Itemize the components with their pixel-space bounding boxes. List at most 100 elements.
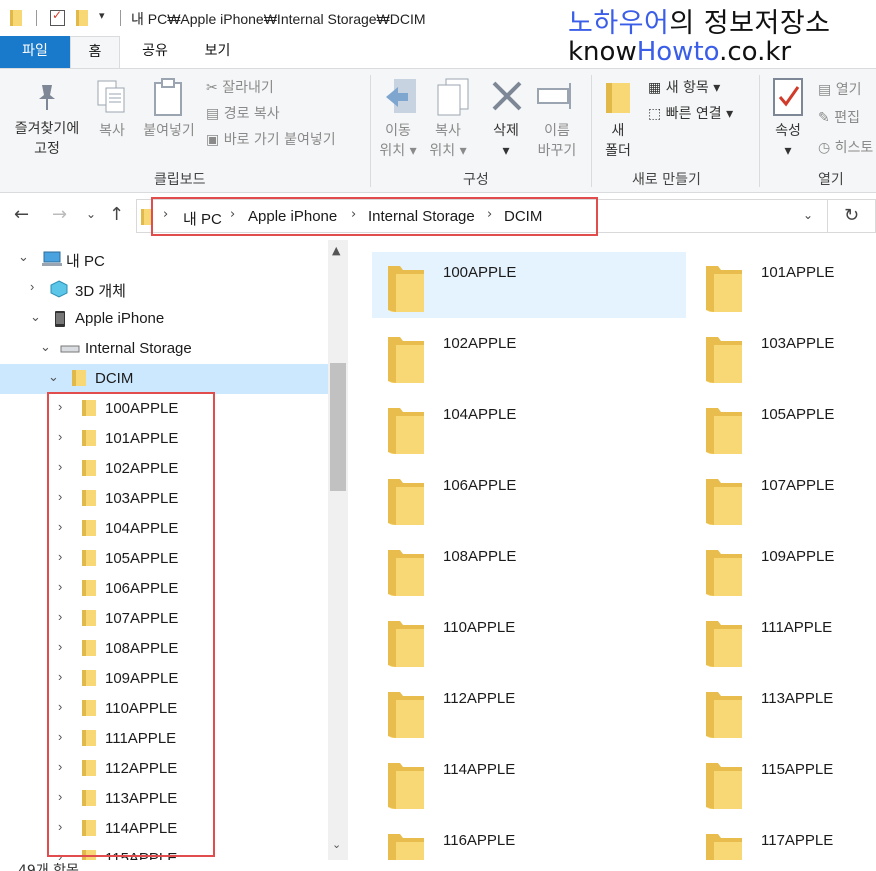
chevron-right-icon[interactable]: › <box>30 279 34 294</box>
up-arrow-icon[interactable]: ↑ <box>109 204 124 225</box>
pin-to-quick-access-button[interactable]: 즐겨찾기에 고정 <box>4 119 90 159</box>
tab-file[interactable]: 파일 <box>0 36 70 68</box>
folder-icon <box>706 550 742 596</box>
folder-item[interactable]: 109APPLE <box>690 536 876 602</box>
watermark-url-c: .co.kr <box>719 37 792 67</box>
folder-item[interactable]: 110APPLE <box>372 607 686 673</box>
new-folder-button[interactable]: 새 폴더 <box>596 121 640 161</box>
folder-item[interactable]: 104APPLE <box>372 394 686 460</box>
tab-share[interactable]: 공유 <box>125 36 185 68</box>
scissors-icon: ✂ <box>206 80 223 96</box>
separator <box>120 10 121 26</box>
folder-item[interactable]: 107APPLE <box>690 465 876 531</box>
watermark-brand: 노하우어 <box>568 8 670 39</box>
folder-item[interactable]: 103APPLE <box>690 323 876 389</box>
history-button[interactable]: ◷ 히스토 <box>818 137 873 157</box>
folder-item[interactable]: 117APPLE <box>690 820 876 860</box>
folder-icon <box>388 692 424 738</box>
new-item-button[interactable]: ▦ 새 항목 ▾ <box>648 77 720 97</box>
properties-label: 속성 <box>775 123 801 139</box>
easy-access-button[interactable]: ⬚ 빠른 연결 ▾ <box>648 103 733 123</box>
new-item-label: 새 항목 <box>665 80 709 96</box>
separator <box>36 10 37 26</box>
folder-icon[interactable] <box>10 10 22 26</box>
scrollbar-thumb[interactable] <box>330 363 346 491</box>
scroll-up-icon[interactable]: ▲ <box>332 244 340 257</box>
folder-item[interactable]: 100APPLE <box>372 252 686 318</box>
folder-item[interactable]: 101APPLE <box>690 252 876 318</box>
folder-name: 113APPLE <box>761 690 834 707</box>
move-to-button[interactable]: 이동 위치 ▾ <box>376 121 420 161</box>
refresh-icon[interactable]: ↻ <box>828 199 876 233</box>
navigation-pane: ⌄ 내 PC › 3D 개체 ⌄ Apple iPhone ⌄ Internal… <box>0 240 350 860</box>
chevron-down-icon[interactable]: ⌄ <box>40 339 51 355</box>
folder-name: 109APPLE <box>761 548 835 565</box>
folder-item[interactable]: 116APPLE <box>372 820 686 860</box>
chevron-down-icon[interactable]: ⌄ <box>48 369 59 385</box>
tree-item-dcim[interactable]: ⌄ DCIM <box>0 364 328 394</box>
copy-path-button[interactable]: ▤ 경로 복사 <box>206 103 280 123</box>
folder-item[interactable]: 114APPLE <box>372 749 686 815</box>
tree-item-internal-storage[interactable]: ⌄ Internal Storage <box>0 334 328 364</box>
path-icon: ▤ <box>206 106 224 122</box>
copy-button[interactable]: 복사 <box>92 121 132 141</box>
tree-item-this-pc[interactable]: ⌄ 내 PC <box>0 244 328 274</box>
move-to-label-2: 위치 <box>379 143 406 159</box>
move-to-icon <box>386 79 416 113</box>
properties-button[interactable]: 속성 ▾ <box>766 121 810 161</box>
organize-group-label: 구성 <box>463 172 489 188</box>
address-dropdown-chevron-icon[interactable]: ⌄ <box>803 208 813 222</box>
watermark-url-a: know <box>568 37 637 67</box>
phone-icon <box>55 311 65 327</box>
navigation-scrollbar[interactable]: ▲ ⌄ <box>328 240 348 860</box>
folder-item[interactable]: 108APPLE <box>372 536 686 602</box>
folder-item[interactable]: 106APPLE <box>372 465 686 531</box>
quick-access-dropdown-icon[interactable]: ▾ <box>99 9 105 22</box>
new-folder-icon[interactable] <box>76 10 88 26</box>
tree-label: 3D 개체 <box>75 283 126 300</box>
paste-button[interactable]: 붙여넣기 <box>138 121 200 141</box>
copy-to-label-1: 복사 <box>435 123 461 139</box>
copy-to-icon <box>437 78 469 116</box>
forward-arrow-icon[interactable]: → <box>52 204 67 225</box>
tree-label: DCIM <box>95 370 134 387</box>
folder-icon <box>706 266 742 312</box>
tab-view[interactable]: 보기 <box>190 36 245 68</box>
watermark-url-b: Howto <box>636 37 720 67</box>
chevron-down-icon[interactable]: ⌄ <box>30 309 41 325</box>
tree-item-3d-objects[interactable]: › 3D 개체 <box>0 274 328 304</box>
delete-button[interactable]: 삭제 ▾ <box>486 121 526 161</box>
back-arrow-icon[interactable]: ← <box>14 204 29 225</box>
edit-button[interactable]: ✎ 편집 <box>818 107 860 127</box>
folder-item[interactable]: 113APPLE <box>690 678 876 744</box>
copy-icon <box>97 80 125 113</box>
folder-item[interactable]: 111APPLE <box>690 607 876 673</box>
delete-icon <box>492 81 522 111</box>
cut-button[interactable]: ✂ 잘라내기 <box>206 77 274 97</box>
properties-icon[interactable] <box>50 8 65 26</box>
edit-label: 편집 <box>834 110 860 126</box>
tab-home[interactable]: 홈 <box>70 36 120 68</box>
copy-to-button[interactable]: 복사 위치 ▾ <box>426 121 470 161</box>
folder-item[interactable]: 115APPLE <box>690 749 876 815</box>
open-button[interactable]: ▤ 열기 <box>818 79 861 99</box>
folder-item[interactable]: 102APPLE <box>372 323 686 389</box>
folder-item[interactable]: 105APPLE <box>690 394 876 460</box>
new-folder-big-icon <box>606 83 630 113</box>
copy-to-label-2: 위치 <box>429 143 456 159</box>
open-group-label: 열기 <box>818 172 844 188</box>
folder-item[interactable]: 112APPLE <box>372 678 686 744</box>
rename-label-1: 이름 <box>544 123 570 139</box>
history-icon: ◷ <box>818 140 835 156</box>
paste-shortcut-button[interactable]: ▣ 바로 가기 붙여넣기 <box>206 129 336 149</box>
scroll-down-icon[interactable]: ⌄ <box>332 838 341 851</box>
navigation-bar: ← → ⌄ ↑ › 내 PC › Apple iPhone › Internal… <box>0 194 876 240</box>
tree-item-apple-iphone[interactable]: ⌄ Apple iPhone <box>0 304 328 334</box>
recent-locations-chevron-icon[interactable]: ⌄ <box>86 207 96 221</box>
move-to-label-1: 이동 <box>385 123 411 139</box>
rename-button[interactable]: 이름 바꾸기 <box>532 121 582 161</box>
paste-shortcut-label: 바로 가기 붙여넣기 <box>223 132 336 148</box>
3d-objects-icon <box>50 280 68 298</box>
chevron-down-icon[interactable]: ⌄ <box>18 249 29 265</box>
pin-label-1: 즐겨찾기에 <box>14 121 80 137</box>
